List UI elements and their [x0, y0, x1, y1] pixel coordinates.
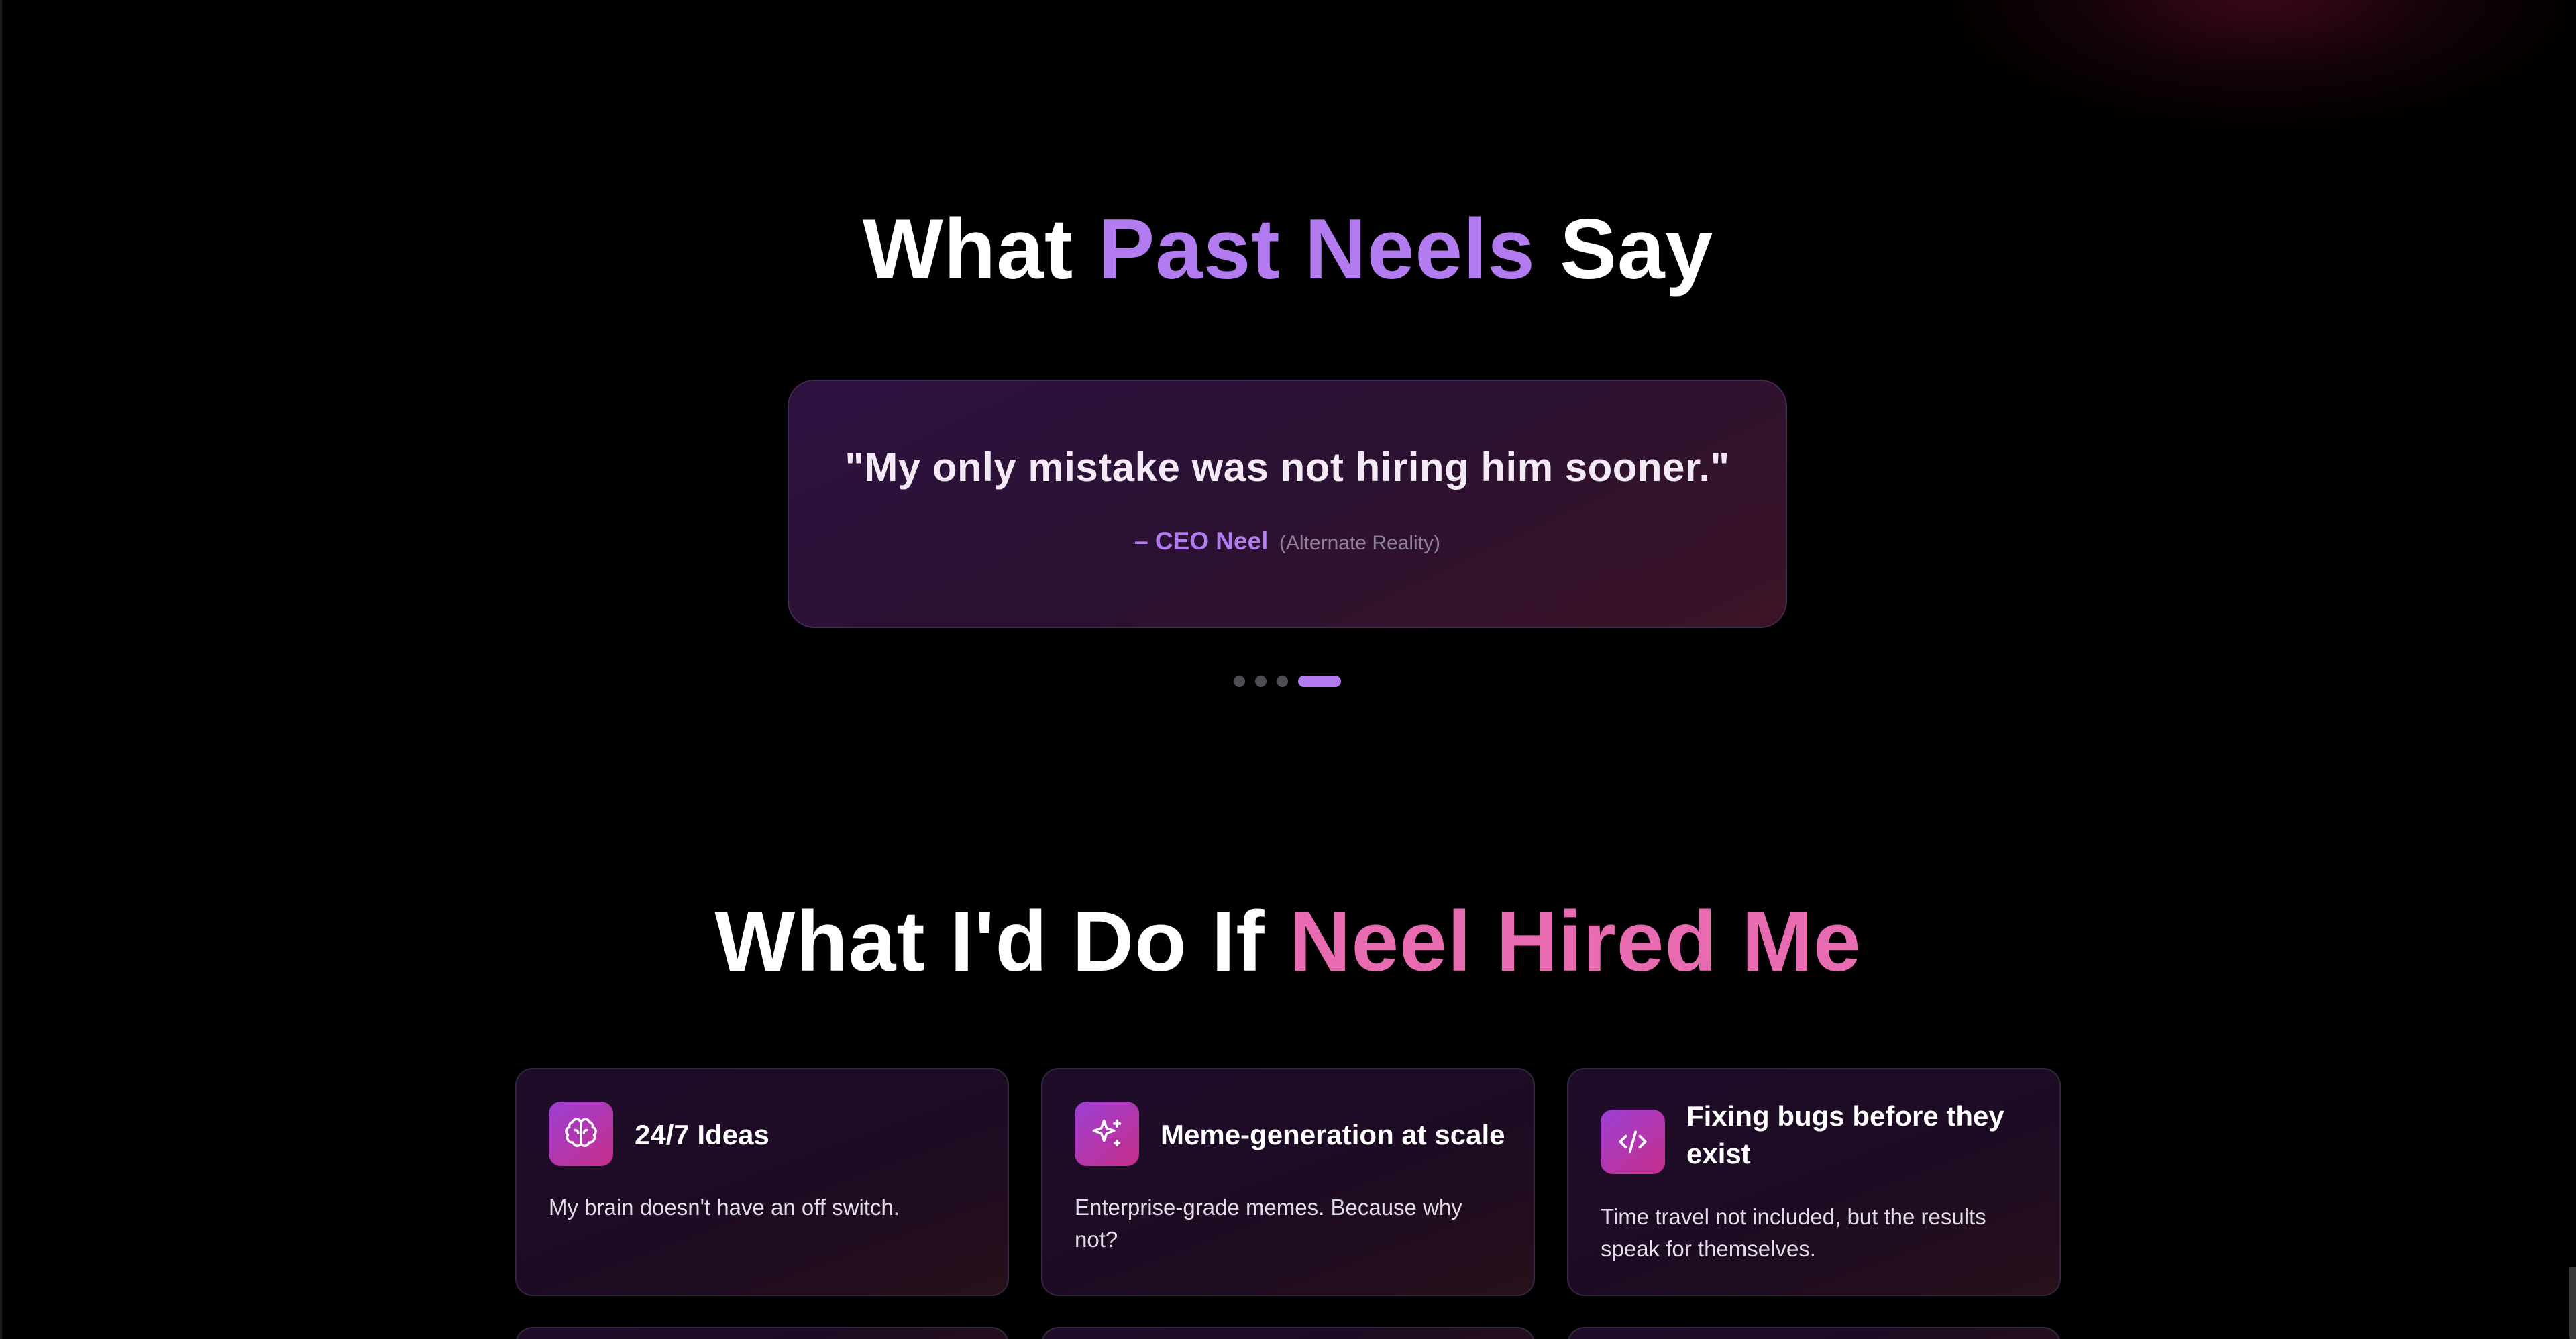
feature-card-text: Time travel not included, but the result…: [1601, 1204, 1986, 1261]
testimonial-author: – CEO Neel: [1134, 527, 1269, 555]
feature-card-text: Enterprise-grade memes. Because why not?: [1075, 1195, 1462, 1252]
sparkles-icon: [1075, 1102, 1139, 1166]
carousel-dot-1[interactable]: [1234, 675, 1245, 687]
carousel-dot-4-active[interactable]: [1298, 675, 1341, 687]
testimonials-title: What Past Neels Say: [0, 207, 2576, 292]
testimonial-author-note: (Alternate Reality): [1279, 532, 1441, 554]
testimonial-attribution: – CEO Neel (Alternate Reality): [789, 527, 1786, 555]
testimonial-quote: "My only mistake was not hiring him soon…: [845, 445, 1730, 490]
feature-card-partial: [515, 1327, 1009, 1339]
feature-card: 24/7 Ideas My brain doesn't have an off …: [515, 1068, 1009, 1296]
feature-card-title: 24/7 Ideas: [635, 1119, 769, 1150]
testimonial-card: "My only mistake was not hiring him soon…: [788, 380, 1787, 628]
hired-title: What I'd Do If Neel Hired Me: [0, 899, 2576, 984]
feature-card-partial: [1567, 1327, 2061, 1339]
brain-icon: [549, 1102, 613, 1166]
scrollbar-thumb[interactable]: [2569, 1267, 2576, 1339]
testimonials-title-accent: Past Neels: [1097, 201, 1536, 297]
hired-title-accent: Neel Hired Me: [1289, 894, 1862, 989]
window-edge: [0, 0, 2, 1339]
feature-card: Meme-generation at scale Enterprise-grad…: [1041, 1068, 1535, 1296]
carousel-dot-3[interactable]: [1277, 675, 1288, 687]
testimonials-title-post: Say: [1535, 201, 1714, 297]
feature-card-title: Meme-generation at scale: [1161, 1119, 1505, 1150]
feature-card-partial: [1041, 1327, 1535, 1339]
feature-card-title: Fixing bugs before they exist: [1686, 1100, 2004, 1169]
carousel-dot-2[interactable]: [1255, 675, 1267, 687]
code-icon: [1601, 1110, 1665, 1174]
feature-card-text: My brain doesn't have an off switch.: [549, 1195, 900, 1220]
testimonials-title-pre: What: [862, 201, 1098, 297]
page: What Past Neels Say "My only mistake was…: [0, 0, 2576, 1339]
hired-title-pre: What I'd Do If: [714, 894, 1289, 989]
feature-card: Fixing bugs before they exist Time trave…: [1567, 1068, 2061, 1296]
carousel-dots: [1234, 675, 1341, 687]
background-glow: [1932, 0, 2576, 134]
